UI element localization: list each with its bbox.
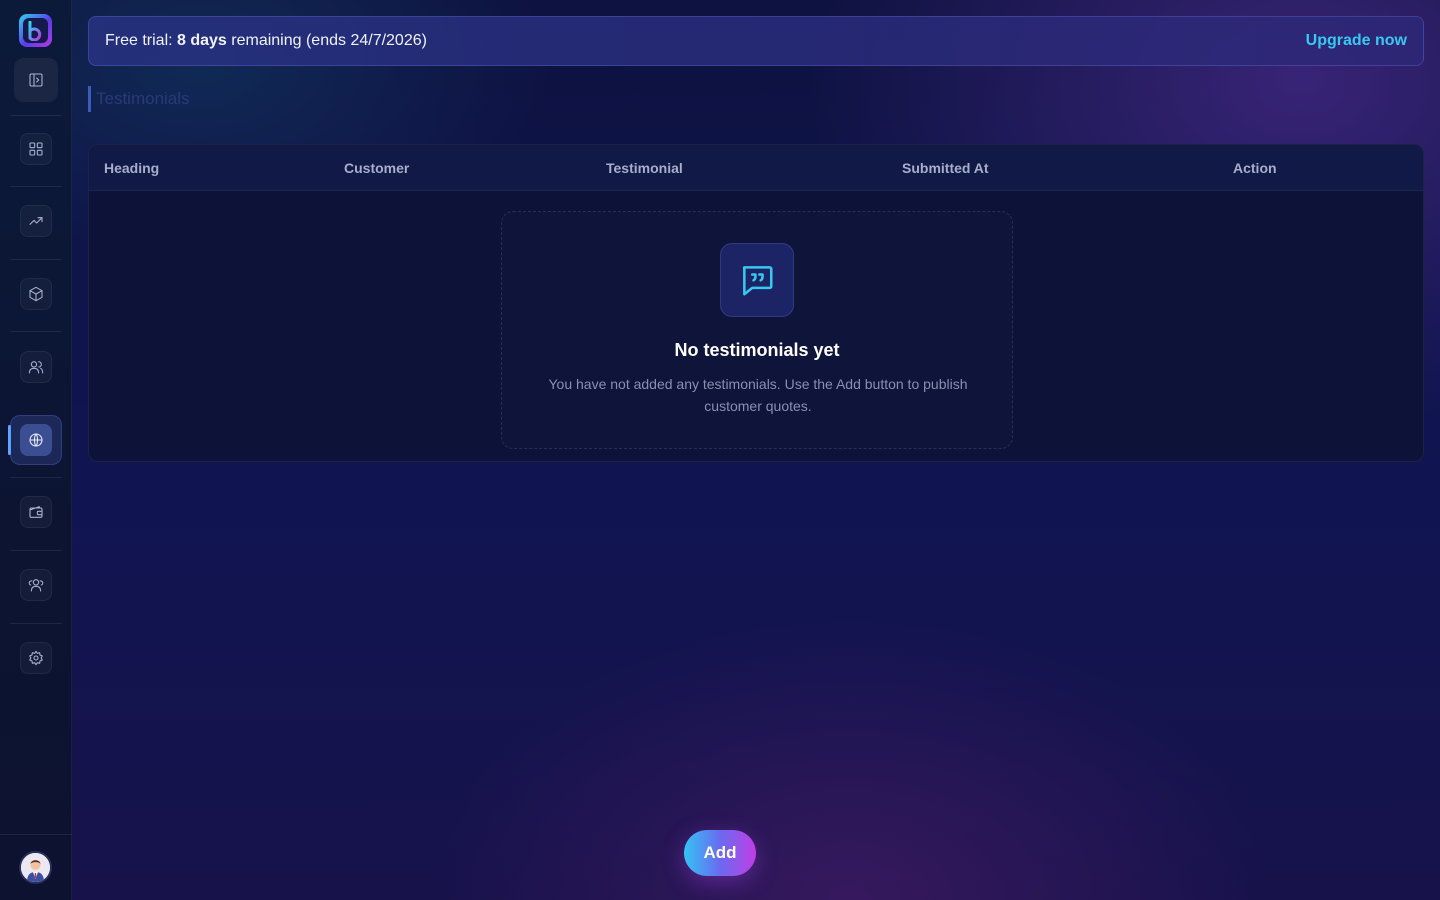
trial-days: 8 days (177, 32, 227, 49)
sidebar (0, 0, 72, 900)
empty-state-description: You have not added any testimonials. Use… (548, 376, 968, 414)
upgrade-now-link[interactable]: Upgrade now (1306, 32, 1407, 50)
trial-prefix: Free trial: (105, 32, 178, 49)
sidebar-toggle-icon (29, 73, 43, 87)
nav-divider (0, 834, 72, 835)
sidebar-item-team[interactable] (20, 569, 52, 601)
sidebar-item-customers[interactable] (20, 351, 52, 383)
globe-icon (29, 433, 43, 447)
add-testimonial-button[interactable]: Add (684, 830, 756, 876)
trial-banner: Free trial: 8 days remaining (ends 24/7/… (88, 16, 1424, 66)
empty-state-icon-box (720, 243, 794, 317)
page-title: Testimonials (88, 86, 190, 112)
nav-divider (10, 115, 62, 116)
nav-divider (10, 477, 62, 478)
column-header-testimonial[interactable]: Testimonial (606, 145, 683, 191)
settings-icon (29, 650, 43, 666)
nav-divider (10, 186, 62, 187)
sidebar-item-analytics[interactable] (20, 205, 52, 237)
avatar-icon (21, 853, 50, 882)
package-icon (29, 286, 43, 302)
user-avatar[interactable] (19, 851, 52, 884)
app-logo[interactable] (19, 14, 52, 47)
sidebar-item-billing[interactable] (20, 496, 52, 528)
wallet-icon (29, 506, 43, 518)
logo-mark-icon (28, 20, 41, 41)
column-header-customer[interactable]: Customer (344, 145, 409, 191)
users-icon (28, 361, 44, 374)
nav-divider (10, 623, 62, 624)
team-icon (28, 579, 44, 592)
column-header-action: Action (1233, 160, 1277, 176)
column-header-submitted-at[interactable]: Submitted At (902, 145, 989, 191)
sidebar-item-products[interactable] (20, 278, 52, 310)
sidebar-toggle-button[interactable] (14, 58, 58, 102)
testimonials-table: Heading Customer Testimonial Submitted A… (88, 144, 1424, 462)
sidebar-item-dashboard[interactable] (20, 133, 52, 165)
nav-divider (10, 259, 62, 260)
table-header: Heading Customer Testimonial Submitted A… (89, 145, 1423, 191)
nav-divider (10, 550, 62, 551)
nav-divider (10, 331, 62, 332)
trending-up-icon (29, 217, 43, 225)
dashboard-icon (29, 142, 43, 156)
sidebar-item-settings[interactable] (20, 642, 52, 674)
column-header-heading[interactable]: Heading (104, 145, 159, 191)
sidebar-item-website[interactable] (10, 415, 62, 465)
empty-state-title: No testimonials yet (674, 340, 840, 360)
quote-message-icon (742, 266, 773, 296)
empty-state: No testimonials yet You have not added a… (501, 211, 1013, 449)
trial-message: Free trial: 8 days remaining (ends 24/7/… (105, 32, 427, 50)
trial-suffix: remaining (ends 24/7/2026) (226, 32, 427, 49)
